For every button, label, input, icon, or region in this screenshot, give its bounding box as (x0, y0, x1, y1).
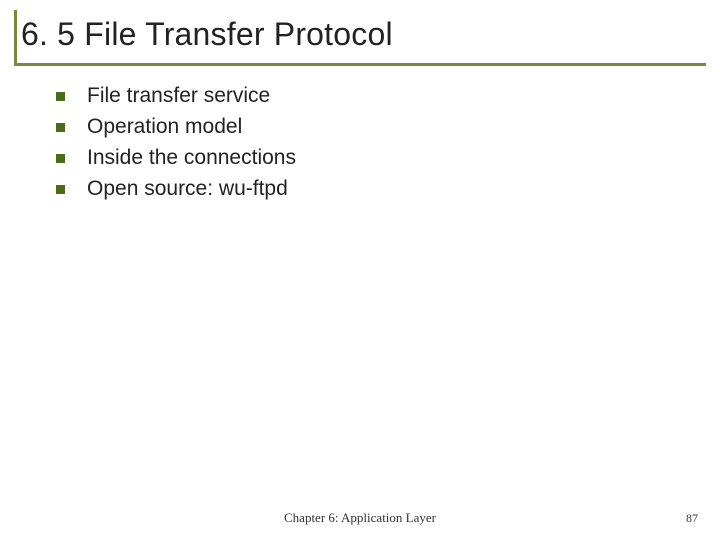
slide-title: 6. 5 File Transfer Protocol (21, 16, 706, 53)
list-item: Inside the connections (56, 146, 706, 170)
bullet-list: File transfer service Operation model In… (14, 84, 706, 201)
square-bullet-icon (56, 154, 65, 163)
list-item: Open source: wu-ftpd (56, 177, 706, 201)
slide: 6. 5 File Transfer Protocol File transfe… (0, 0, 720, 540)
list-item: File transfer service (56, 84, 706, 108)
bullet-text: File transfer service (87, 84, 270, 108)
footer-chapter-label: Chapter 6: Application Layer (0, 510, 720, 526)
square-bullet-icon (56, 92, 65, 101)
title-block: 6. 5 File Transfer Protocol (14, 10, 706, 66)
square-bullet-icon (56, 123, 65, 132)
bullet-text: Open source: wu-ftpd (87, 177, 288, 201)
square-bullet-icon (56, 185, 65, 194)
footer-page-number: 87 (686, 511, 698, 526)
list-item: Operation model (56, 115, 706, 139)
bullet-text: Operation model (87, 115, 242, 139)
bullet-text: Inside the connections (87, 146, 296, 170)
